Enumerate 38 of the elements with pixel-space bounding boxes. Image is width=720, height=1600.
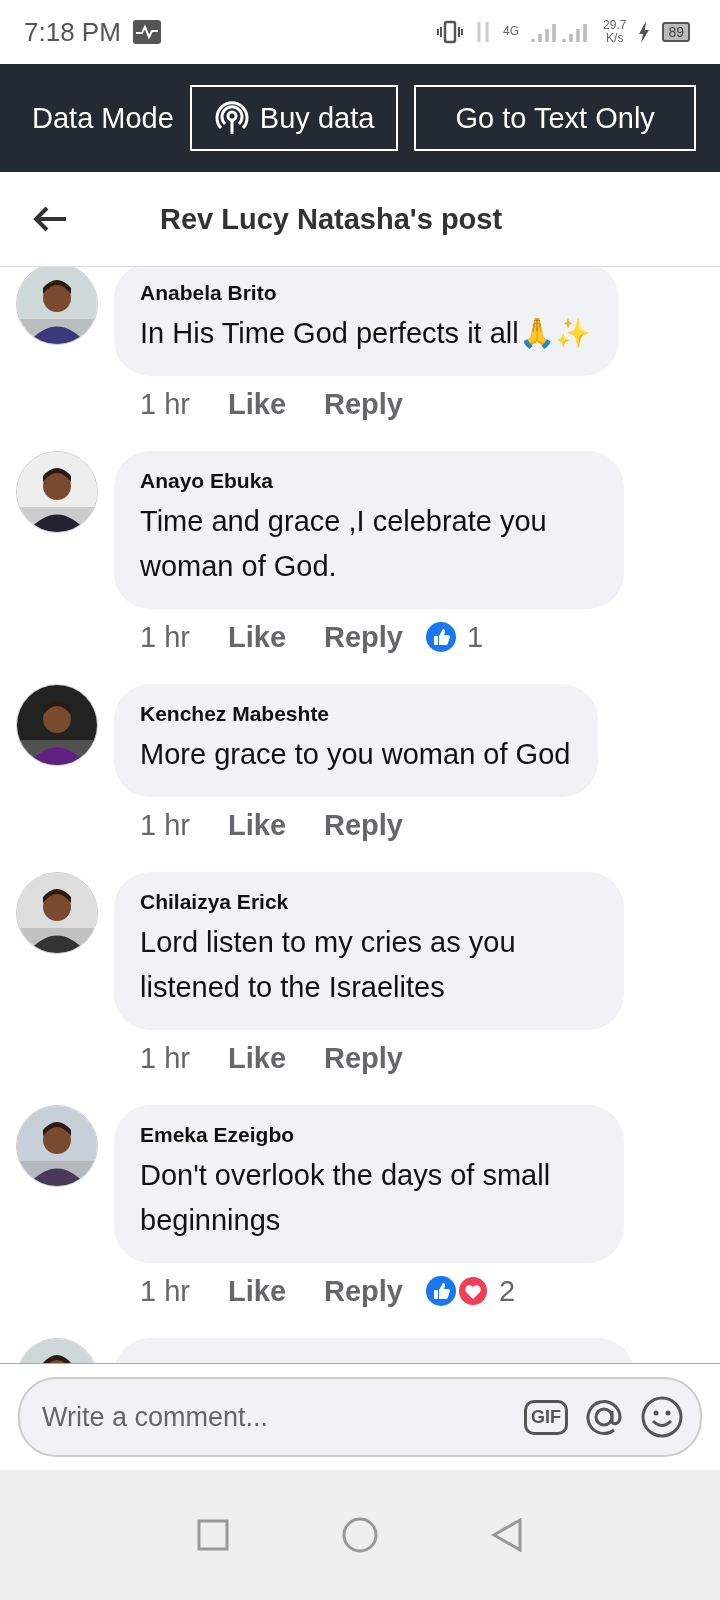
post-title: Rev Lucy Natasha's post: [160, 202, 503, 236]
data-mode-label: Data Mode: [32, 101, 174, 135]
gif-button[interactable]: GIF: [524, 1399, 568, 1435]
comment-field[interactable]: Write a comment... GIF: [18, 1377, 702, 1457]
reply-link[interactable]: Reply: [324, 808, 403, 842]
comment-time: 1 hr: [140, 1041, 190, 1075]
speed-unit: K/s: [606, 32, 624, 46]
status-time: 7:18 PM: [24, 16, 121, 48]
like-link[interactable]: Like: [228, 808, 286, 842]
battery-icon: 89: [662, 22, 690, 42]
reply-link[interactable]: Reply: [324, 1274, 403, 1308]
comment-author[interactable]: Anabela Brito: [140, 281, 591, 305]
buy-data-button[interactable]: Buy data: [189, 85, 399, 151]
like-link[interactable]: Like: [228, 1274, 286, 1308]
comment-time: 1 hr: [140, 1274, 190, 1308]
comment-text: Lord listen to my cries as you listened to the Israelites: [140, 924, 517, 1005]
comment-text: In His Time God perfects it all🙏✨: [140, 316, 591, 351]
reply-link[interactable]: Reply: [324, 1041, 403, 1075]
net-speed: 29.7: [603, 18, 627, 32]
reaction-count[interactable]: 1: [467, 620, 484, 654]
reply-link[interactable]: Reply: [324, 387, 403, 421]
comment-text: Time and grace ,I celebrate you woman of God.: [140, 503, 548, 584]
comment-author[interactable]: Emeka Ezeigbo: [140, 1122, 596, 1147]
text-only-button[interactable]: Go to Text Only: [414, 85, 696, 151]
comment-author[interactable]: Kenchez Mabeshte: [140, 701, 571, 726]
comment-author[interactable]: Chilaizya Erick: [140, 889, 596, 914]
network-type: 4G: [503, 25, 520, 39]
reaction-count[interactable]: 2: [499, 1274, 516, 1308]
comment-text: Don't overlook the days of small beginnings: [140, 1157, 552, 1238]
like-link[interactable]: Like: [228, 1041, 286, 1075]
comment-time: 1 hr: [140, 620, 190, 654]
like-link[interactable]: Like: [228, 620, 286, 654]
comment-author[interactable]: Anayo Ebuka: [140, 468, 596, 493]
like-link[interactable]: Like: [228, 387, 286, 421]
reply-link[interactable]: Reply: [324, 620, 403, 654]
comment-text: More grace to you woman of God: [140, 736, 571, 772]
comment-time: 1 hr: [140, 387, 190, 421]
comment-time: 1 hr: [140, 808, 190, 842]
